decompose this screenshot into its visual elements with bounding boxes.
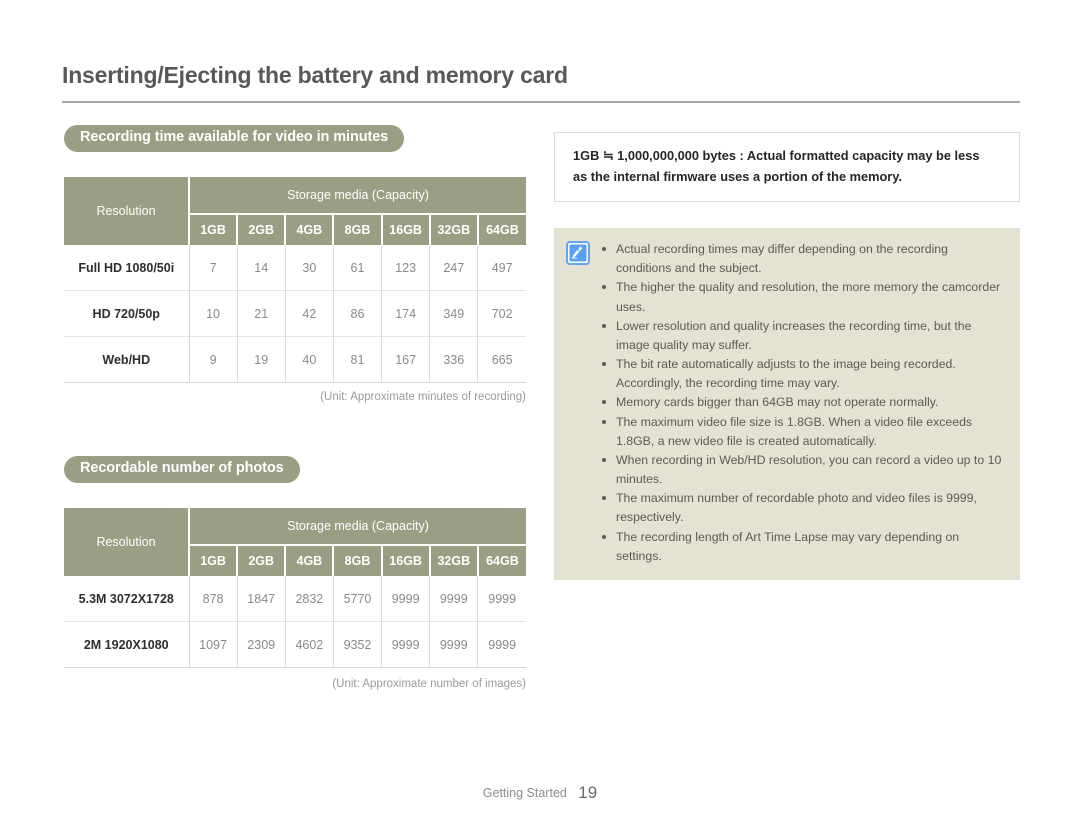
header-capacity-8gb: 8GB <box>333 214 383 245</box>
notes-box: Actual recording times may differ depend… <box>554 228 1020 580</box>
note-pen-icon <box>566 241 590 265</box>
cell-value: 86 <box>333 290 383 337</box>
header-capacity-1gb: 1GB <box>189 545 239 576</box>
cell-value: 10 <box>189 290 238 337</box>
cell-value: 42 <box>285 290 334 337</box>
table-header-row-group: Resolution Storage media (Capacity) <box>64 508 526 576</box>
note-item: The recording length of Art Time Lapse m… <box>600 528 1004 566</box>
cell-value: 2832 <box>285 576 334 622</box>
cell-value: 878 <box>189 576 238 622</box>
footer-section-label: Getting Started <box>482 786 567 800</box>
cell-value: 9999 <box>429 576 479 622</box>
title-divider <box>62 101 1020 103</box>
cell-value: 5770 <box>333 576 383 622</box>
header-capacity-16gb: 16GB <box>381 545 431 576</box>
cell-value: 30 <box>285 245 334 291</box>
table-row: HD 720/50p 10 21 42 86 174 349 702 <box>64 290 526 337</box>
capacity-disclaimer-line-2: as the internal firmware uses a portion … <box>573 168 903 184</box>
header-capacity-32gb: 32GB <box>429 545 479 576</box>
cell-value: 81 <box>333 336 383 383</box>
page-title: Inserting/Ejecting the battery and memor… <box>62 62 568 88</box>
cell-value: 167 <box>381 336 431 383</box>
table-row: 2M 1920X1080 1097 2309 4602 9352 9999 99… <box>64 621 526 668</box>
header-capacity-64gb: 64GB <box>477 545 526 576</box>
note-item: The higher the quality and resolution, t… <box>600 278 1004 316</box>
note-item: When recording in Web/HD resolution, you… <box>600 451 1004 489</box>
cell-value: 9999 <box>477 621 526 668</box>
cell-value: 497 <box>477 245 526 291</box>
note-item: The maximum video file size is 1.8GB. Wh… <box>600 413 1004 451</box>
table-head: Resolution Storage media (Capacity) 1GB … <box>64 508 526 576</box>
header-capacity-4gb: 4GB <box>285 214 335 245</box>
cell-value: 174 <box>381 290 431 337</box>
cell-value: 9999 <box>429 621 479 668</box>
row-label: 2M 1920X1080 <box>64 621 190 668</box>
table-header-row-group: Resolution Storage media (Capacity) <box>64 177 526 245</box>
cell-value: 40 <box>285 336 334 383</box>
section-heading-video: Recording time available for video in mi… <box>64 125 405 152</box>
header-storage-media: Storage media (Capacity) <box>189 508 526 546</box>
recordable-photos-table: Resolution Storage media (Capacity) 1GB … <box>64 508 526 668</box>
table-row: 5.3M 3072X1728 878 1847 2832 5770 9999 9… <box>64 576 526 622</box>
table-row: Full HD 1080/50i 7 14 30 61 123 247 497 <box>64 245 526 291</box>
cell-value: 4602 <box>285 621 334 668</box>
row-label: Web/HD <box>64 336 190 383</box>
table-head: Resolution Storage media (Capacity) 1GB … <box>64 177 526 245</box>
header-storage-media: Storage media (Capacity) <box>189 177 526 215</box>
row-label: Full HD 1080/50i <box>64 245 190 291</box>
note-item: Lower resolution and quality increases t… <box>600 317 1004 355</box>
cell-value: 349 <box>429 290 479 337</box>
header-resolution: Resolution <box>64 508 190 576</box>
cell-value: 9999 <box>381 621 431 668</box>
cell-value: 9352 <box>333 621 383 668</box>
note-item: The bit rate automatically adjusts to th… <box>600 355 1004 393</box>
note-item: Actual recording times may differ depend… <box>600 240 1004 278</box>
cell-value: 9 <box>189 336 238 383</box>
header-capacity-16gb: 16GB <box>381 214 431 245</box>
table-body: 5.3M 3072X1728 878 1847 2832 5770 9999 9… <box>64 576 526 668</box>
capacity-disclaimer-box: 1GB ≒ 1,000,000,000 bytes : Actual forma… <box>554 132 1020 203</box>
cell-value: 1097 <box>189 621 238 668</box>
cell-value: 1847 <box>237 576 286 622</box>
header-capacity-8gb: 8GB <box>333 545 383 576</box>
section-heading-photos: Recordable number of photos <box>64 456 300 483</box>
cell-value: 702 <box>477 290 526 337</box>
note-item: Memory cards bigger than 64GB may not op… <box>600 393 1004 412</box>
row-label: 5.3M 3072X1728 <box>64 576 190 622</box>
header-capacity-2gb: 2GB <box>237 545 287 576</box>
header-capacity-64gb: 64GB <box>477 214 526 245</box>
table-row: Web/HD 9 19 40 81 167 336 665 <box>64 336 526 383</box>
cell-value: 19 <box>237 336 286 383</box>
header-capacity-1gb: 1GB <box>189 214 239 245</box>
row-label: HD 720/50p <box>64 290 190 337</box>
header-resolution: Resolution <box>64 177 190 245</box>
capacity-disclaimer-line-1: 1GB ≒ 1,000,000,000 bytes : Actual forma… <box>573 148 980 163</box>
header-capacity-2gb: 2GB <box>237 214 287 245</box>
cell-value: 2309 <box>237 621 286 668</box>
manual-page: Inserting/Ejecting the battery and memor… <box>0 0 1080 825</box>
notes-list: Actual recording times may differ depend… <box>600 240 1004 566</box>
unit-caption-video: (Unit: Approximate minutes of recording) <box>320 391 526 403</box>
cell-value: 21 <box>237 290 286 337</box>
cell-value: 61 <box>333 245 383 291</box>
unit-caption-photos: (Unit: Approximate number of images) <box>332 678 526 690</box>
page-footer: Getting Started 19 <box>0 783 1080 803</box>
cell-value: 14 <box>237 245 286 291</box>
cell-value: 9999 <box>381 576 431 622</box>
video-recording-time-table: Resolution Storage media (Capacity) 1GB … <box>64 177 526 383</box>
cell-value: 665 <box>477 336 526 383</box>
header-capacity-4gb: 4GB <box>285 545 335 576</box>
cell-value: 7 <box>189 245 238 291</box>
cell-value: 247 <box>429 245 479 291</box>
header-capacity-32gb: 32GB <box>429 214 479 245</box>
cell-value: 9999 <box>477 576 526 622</box>
cell-value: 123 <box>381 245 431 291</box>
cell-value: 336 <box>429 336 479 383</box>
note-item: The maximum number of recordable photo a… <box>600 489 1004 527</box>
table-body: Full HD 1080/50i 7 14 30 61 123 247 497 … <box>64 245 526 383</box>
footer-page-number: 19 <box>578 783 598 802</box>
